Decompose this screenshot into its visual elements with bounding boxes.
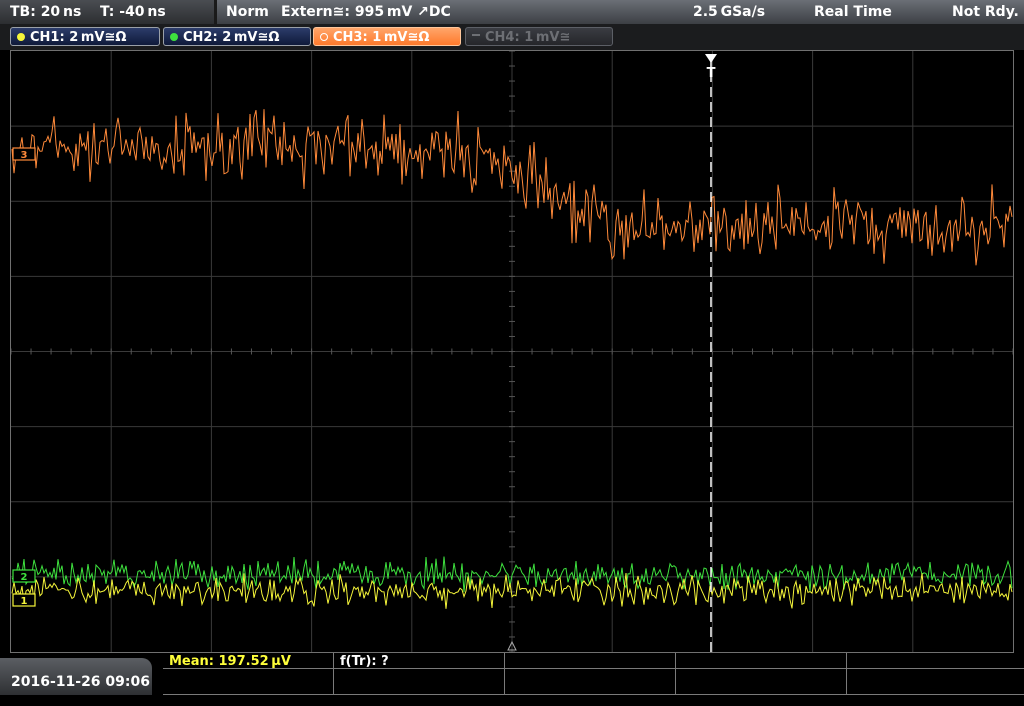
divider: [214, 0, 217, 24]
channel-3-color-icon: [320, 32, 328, 41]
channel-3-marker-label: 3: [21, 150, 28, 161]
channel-2-label: CH2: 2 mV≅Ω: [183, 30, 280, 45]
status-bar: TB: 20 ns T: -40 ns Norm Extern≅: 995 mV…: [0, 0, 1024, 25]
measurement-panel[interactable]: Mean: 197.52 µV f(Tr): ?: [163, 653, 1024, 695]
timebase-box[interactable]: TB: 20 ns T: -40 ns: [0, 0, 216, 24]
channel-4-label: CH4: 1 mV≅: [485, 30, 571, 45]
channel-2-marker-label: 2: [21, 572, 28, 583]
sample-rate[interactable]: 2.5 GSa/s: [693, 0, 765, 24]
channel-3-label: CH3: 1 mV≅Ω: [333, 30, 430, 45]
timebase-readout[interactable]: TB: 20 ns: [10, 0, 81, 24]
trigger-marker-label: T: [707, 66, 716, 81]
channel-2-offset-marker[interactable]: 2: [12, 569, 36, 583]
channel-3-offset-marker[interactable]: 3: [12, 147, 36, 161]
channel-1-button[interactable]: CH1: 2 mV≅Ω: [10, 27, 160, 46]
trigger-mode[interactable]: Norm: [226, 0, 269, 24]
channel-4-off-icon: [472, 33, 480, 36]
channel-2-color-icon: [170, 32, 178, 41]
measurement-slot[interactable]: [505, 653, 676, 695]
trigger-source[interactable]: Extern≅: 995 mV ↗DC: [281, 0, 451, 24]
channel-1-color-icon: [17, 32, 25, 41]
channel-3-button[interactable]: CH3: 1 mV≅Ω: [313, 27, 461, 46]
acquisition-status: Not Rdy.: [952, 4, 1019, 20]
ftr-value: f(Tr): ?: [340, 654, 389, 669]
channel-2-button[interactable]: CH2: 2 mV≅Ω: [163, 27, 311, 46]
waveform-display[interactable]: T 3 2 1: [10, 50, 1014, 653]
measurement-slot[interactable]: [847, 653, 1024, 695]
channel-1-offset-marker[interactable]: 1: [12, 593, 36, 607]
datetime-box: 2016-11-26 09:06: [0, 658, 152, 695]
acquisition-mode[interactable]: Real Time: [814, 0, 892, 24]
graticule: [11, 51, 1013, 652]
ftr-measurement[interactable]: f(Tr): ?: [334, 653, 505, 695]
datetime: 2016-11-26 09:06: [11, 674, 150, 690]
measurement-slot[interactable]: [676, 653, 847, 695]
mean-measurement[interactable]: Mean: 197.52 µV: [163, 653, 334, 695]
channel-4-button[interactable]: CH4: 1 mV≅: [465, 27, 613, 46]
trigger-time-readout[interactable]: T: -40 ns: [100, 0, 166, 24]
channel-bar: CH1: 2 mV≅Ω CH2: 2 mV≅Ω CH3: 1 mV≅Ω CH4:…: [0, 24, 1024, 50]
channel-1-marker-label: 1: [21, 596, 28, 607]
trigger-marker-icon[interactable]: [705, 54, 717, 63]
mean-value: Mean: 197.52 µV: [169, 654, 291, 669]
waveform-canvas: T 3 2 1: [11, 51, 1013, 652]
channel-1-label: CH1: 2 mV≅Ω: [30, 30, 127, 45]
